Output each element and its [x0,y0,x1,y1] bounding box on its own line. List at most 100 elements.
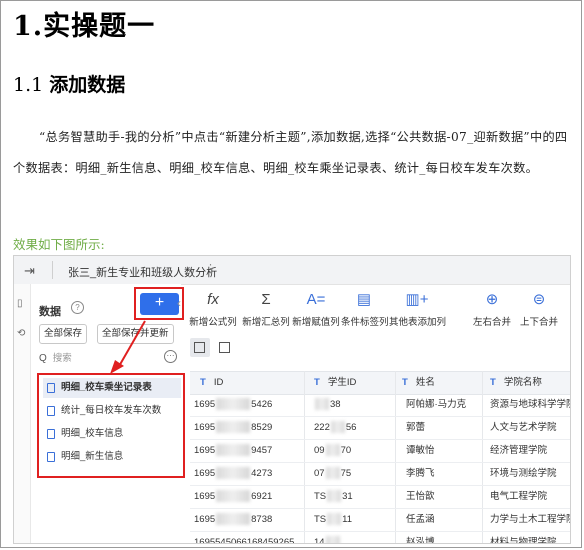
merge-vertical-tool[interactable]: ⊜ 上下合并 [516,286,562,328]
table-cell[interactable]: 经济管理学院 [490,440,547,462]
table-cell[interactable]: 1695545066168459265 [194,532,295,544]
table-cell[interactable]: 07 75 [314,463,351,485]
history-icon[interactable]: ⟲ [17,328,25,339]
table-cell[interactable]: 赵泓博 [406,532,435,543]
condition-label-column-tool[interactable]: ▤ 条件标签列 [341,286,389,328]
table-cell[interactable]: 郭蕾 [406,417,425,439]
table-cell[interactable]: 1695 6921 [194,486,272,508]
table-cell[interactable]: 王怡歆 [406,486,435,508]
data-panel-icon[interactable]: ▯ [17,298,23,309]
merge-lr-icon: ⊕ [485,291,499,308]
collapse-panel-icon[interactable]: ‹ [177,296,181,310]
grid-view-icon[interactable] [194,342,205,353]
table-cell[interactable]: 资源与地球科学学院 [490,394,570,416]
help-icon[interactable]: ? [71,301,84,314]
cell-text: 谭敏怡 [406,445,435,456]
cell-text: 56 [345,422,357,433]
table-cell[interactable]: 09 70 [314,440,351,462]
form-view-icon[interactable] [219,342,230,353]
table-item-label: 明细_校车信息 [61,428,124,439]
exit-icon[interactable]: ⇥ [24,263,35,279]
table-item-label: 明细_新生信息 [61,451,124,462]
table-search[interactable]: Q 搜索 [39,350,72,364]
table-file-icon [47,429,55,439]
table-row[interactable]: 1695 4273 07 75 李腾飞 环境与测绘学院 [190,463,570,486]
table-cell[interactable]: 1695 5426 [194,394,272,416]
heading-level-1: 1.实操题一 [13,11,156,42]
table-row[interactable]: 1695 8738 TS 11 任孟涵 力学与土木工程学院 [190,509,570,532]
table-cell[interactable]: 力学与土木工程学院 [490,509,570,531]
cell-text: 14 [314,537,325,544]
column-header-student-id[interactable]: T 学生ID [314,372,356,394]
table-cell[interactable]: 38 [314,394,341,416]
tool-label: 上下合并 [519,317,558,328]
redaction-blur [327,490,342,503]
app-topbar: ⇥ 张三_新生专业和班级人数分析 ⋮ [14,256,570,285]
table-cell[interactable]: 李腾飞 [406,463,435,485]
merge-horizontal-tool[interactable]: ⊕ 左右合并 [470,286,514,328]
tool-label: 新增公式列 [189,317,237,328]
table-item[interactable]: 统计_每日校车发车次数 [43,401,181,421]
add-column-from-table-tool[interactable]: ▥+ 其他表添加列 [389,286,446,328]
table-cell[interactable]: 任孟涵 [406,509,435,531]
cell-text: 1695 [194,422,216,433]
cell-text: 1695 [194,445,216,456]
table-cell[interactable]: 电气工程学院 [490,486,547,508]
table-cell[interactable]: 阿帕娜·马力克 [406,394,466,416]
cell-text: 59265 [267,537,295,544]
cell-text: 31 [342,491,353,502]
more-options-icon[interactable]: ··· [164,350,177,363]
table-row[interactable]: 1695545066168459265 14 赵泓博 材料与物理学院 [190,532,570,544]
add-formula-column-tool[interactable]: fx 新增公式列 [186,286,240,328]
column-header-id[interactable]: T ID [200,372,223,394]
table-row[interactable]: 1695 9457 09 70 谭敏怡 经济管理学院 [190,440,570,463]
tool-label: 左右合并 [472,317,511,328]
cell-text: 8529 [251,422,273,433]
column-header-college[interactable]: T 学院名称 [490,372,542,394]
redaction-blur [216,513,251,526]
tool-label: 新增汇总列 [242,317,290,328]
table-cell[interactable]: 环境与测绘学院 [490,463,557,485]
table-row[interactable]: 1695 6921 TS 31 王怡歆 电气工程学院 [190,486,570,509]
cell-text: 李腾飞 [406,468,435,479]
redaction-blur [325,467,340,480]
heading-level-2: 1.1 添加数据 [13,70,125,97]
table-cell[interactable]: 1695 8738 [194,509,272,531]
table-item[interactable]: 明细_新生信息 [43,447,181,467]
table-row[interactable]: 1695 8529 222 56 郭蕾 人文与艺术学院 [190,417,570,440]
tool-label: 条件标签列 [341,317,389,328]
save-all-update-button[interactable]: 全部保存并更新 [97,324,174,344]
save-all-button[interactable]: 全部保存 [39,324,88,344]
cell-text: 任孟涵 [406,514,435,525]
redaction-blur [330,421,345,434]
table-cell[interactable]: 谭敏怡 [406,440,435,462]
table-cell[interactable]: TS 11 [314,509,352,531]
table-file-icon [47,406,55,416]
table-item-label: 统计_每日校车发车次数 [61,405,162,416]
formula-icon: fx [207,291,219,308]
column-toolbar: fx 新增公式列 Σ 新增汇总列 A= 新增赋值列 ▤ 条件标签列 ▥+ 其他表添加列 ⊕… [186,286,570,330]
table-cell[interactable]: 1695 8529 [194,417,272,439]
cell-text: 75 [340,468,352,479]
table-cell[interactable]: 1695 9457 [194,440,272,462]
cell-text: 环境与测绘学院 [490,468,557,479]
table-file-icon [47,383,55,393]
table-row[interactable]: 1695 5426 38 阿帕娜·马力克 资源与地球科学学院 [190,394,570,417]
table-item[interactable]: 明细_校车乘坐记录表 [43,378,181,398]
table-cell[interactable]: 14 [314,532,341,544]
cell-text: 222 [314,422,330,433]
column-label: 姓名 [415,377,435,388]
add-assign-column-tool[interactable]: A= 新增赋值列 [289,286,343,328]
table-cell[interactable]: 人文与艺术学院 [490,417,557,439]
table-cell[interactable]: 1695 4273 [194,463,272,485]
more-icon[interactable]: ⋮ [205,262,216,275]
add-summary-column-tool[interactable]: Σ 新增汇总列 [239,286,293,328]
table-item[interactable]: 明细_校车信息 [43,424,181,444]
cell-text: TS [314,514,327,525]
cell-text: 电气工程学院 [490,491,548,502]
cell-text: 07 [314,468,325,479]
table-cell[interactable]: 222 56 [314,417,356,439]
table-cell[interactable]: 材料与物理学院 [490,532,557,543]
table-cell[interactable]: TS 31 [314,486,353,508]
column-header-name[interactable]: T 姓名 [402,372,435,394]
